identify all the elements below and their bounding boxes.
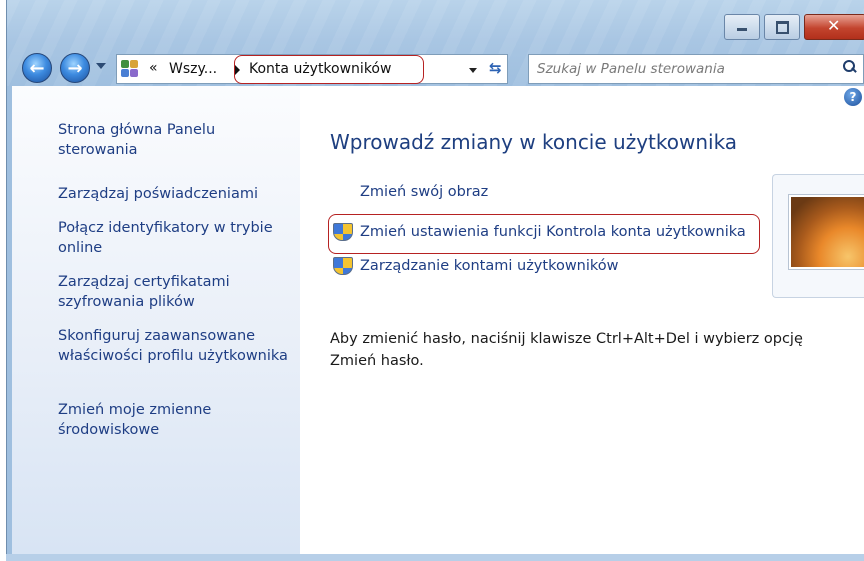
user-avatar-image xyxy=(789,195,864,269)
search-box[interactable] xyxy=(528,54,864,84)
manage-user-accounts-link[interactable]: Zarządzanie kontami użytkowników xyxy=(360,258,619,274)
sidebar-item-environment-variables[interactable]: Zmień moje zmienne środowiskowe xyxy=(58,400,290,440)
search-icon[interactable] xyxy=(843,60,857,74)
change-picture-link[interactable]: Zmień swój obraz xyxy=(360,184,488,200)
sidebar-item-manage-credentials[interactable]: Zarządzaj poświadczeniami xyxy=(58,184,290,204)
back-arrow-icon: ← xyxy=(29,57,45,79)
maximize-icon xyxy=(776,21,789,34)
main-content: ? Wprowadź zmiany w koncie użytkownika Z… xyxy=(300,86,864,554)
breadcrumb-overflow[interactable]: « xyxy=(149,60,158,76)
page-title: Wprowadź zmiany w koncie użytkownika xyxy=(330,130,738,154)
minimize-button[interactable] xyxy=(724,14,760,40)
address-bar[interactable]: « Wszy... Konta użytkowników ⇆ xyxy=(116,54,508,84)
uac-shield-icon xyxy=(333,223,353,244)
user-picture-frame[interactable] xyxy=(772,174,864,298)
sidebar-item-advanced-profile-properties[interactable]: Skonfiguruj zaawansowane właściwości pro… xyxy=(58,326,290,366)
breadcrumb-separator-icon[interactable] xyxy=(235,65,240,75)
window-bottom-border xyxy=(6,554,864,561)
forward-button[interactable]: → xyxy=(60,53,90,83)
back-button[interactable]: ← xyxy=(22,53,52,83)
sidebar-item-file-encryption-certificates[interactable]: Zarządzaj certyfikatami szyfrowania plik… xyxy=(58,272,290,312)
close-button[interactable]: ✕ xyxy=(804,14,864,40)
recent-pages-dropdown[interactable] xyxy=(96,63,106,69)
search-input[interactable] xyxy=(537,59,822,79)
close-icon: ✕ xyxy=(827,16,841,35)
refresh-icon[interactable]: ⇆ xyxy=(489,59,502,77)
sidebar: Strona główna Panelu sterowania Zarządza… xyxy=(12,86,300,554)
sidebar-item-control-panel-home[interactable]: Strona główna Panelu sterowania xyxy=(58,120,290,160)
breadcrumb-control-panel[interactable]: Wszy... xyxy=(169,61,217,77)
password-change-note: Aby zmienić hasło, naciśnij klawisze Ctr… xyxy=(330,331,803,369)
breadcrumb-user-accounts[interactable]: Konta użytkowników xyxy=(249,61,391,77)
uac-shield-icon xyxy=(333,257,353,278)
control-panel-icon xyxy=(121,60,139,78)
forward-arrow-icon: → xyxy=(67,57,83,79)
uac-settings-link[interactable]: Zmień ustawienia funkcji Kontrola konta … xyxy=(360,224,746,240)
sidebar-item-link-online-ids[interactable]: Połącz identyfikatory w trybie online xyxy=(58,218,290,258)
maximize-button[interactable] xyxy=(764,14,800,40)
minimize-icon xyxy=(737,28,747,31)
address-dropdown-icon[interactable] xyxy=(469,68,477,73)
help-icon[interactable]: ? xyxy=(844,88,862,106)
